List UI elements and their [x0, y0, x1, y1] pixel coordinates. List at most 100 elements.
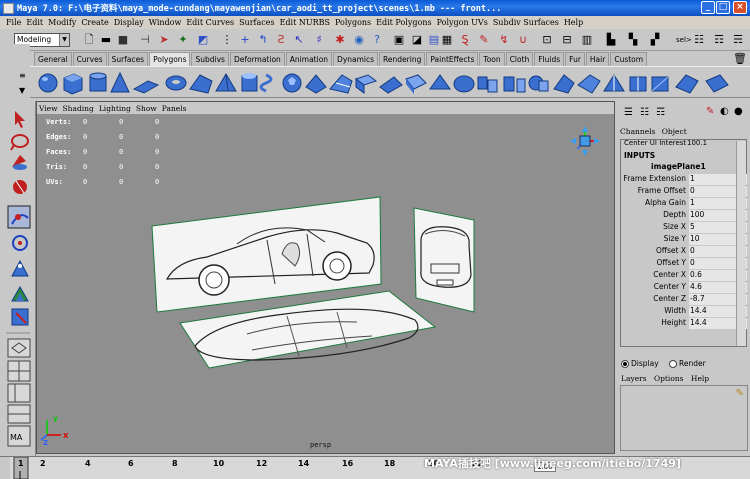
channel-row-center-y[interactable]: Center Y 4.6 [621, 282, 748, 293]
channel-row-offset-x[interactable]: Offset X0 [621, 246, 748, 257]
render-icon[interactable]: ▣ [392, 33, 406, 47]
shelf-icon[interactable]: ▙ [604, 33, 618, 47]
cb-menu-channels[interactable]: Channels [620, 127, 655, 136]
menu-polygon-uvs[interactable]: Polygon UVs [437, 18, 488, 27]
window-title-bar[interactable]: Maya 7.0: F:\电子资料\maya_mode-cundang\maya… [0, 0, 750, 16]
node-name-row[interactable]: imagePlane1 [621, 162, 748, 173]
cb-menu-object[interactable]: Object [662, 127, 687, 136]
channel-row-alpha-gain[interactable]: Alpha Gain 1 [621, 198, 748, 209]
ipr-render-icon[interactable]: ◪ [410, 33, 424, 47]
rear-image-plane[interactable] [413, 207, 475, 313]
tab-deformation[interactable]: Deformation [229, 52, 285, 66]
pencil-icon[interactable]: ✎ [477, 33, 491, 47]
channel-row-size-y[interactable]: Size Y 10 [621, 234, 748, 245]
channel-scrollbar[interactable] [736, 141, 746, 346]
select-component-icon[interactable]: ✦ [176, 33, 190, 47]
attribute-toggle-icon[interactable]: ☷ [640, 107, 649, 118]
channel-box-toggle-icon[interactable]: ☰ [624, 107, 633, 118]
menu-create[interactable]: Create [81, 18, 108, 27]
minimize-button[interactable]: _ [701, 1, 715, 14]
tab-fluids[interactable]: Fluids [534, 52, 565, 66]
save-scene-icon[interactable]: ■ [116, 33, 130, 47]
menu-edit-polygons[interactable]: Edit Polygons [376, 18, 431, 27]
menu-file[interactable]: File [6, 18, 21, 27]
tool-icon[interactable]: ✎ [706, 106, 714, 117]
open-scene-icon[interactable]: ▬ [99, 33, 113, 47]
select-hierarchy-icon[interactable]: ⊣ [138, 33, 152, 47]
channel-row-offset-y[interactable]: Offset Y0 [621, 258, 748, 269]
vp-menu-lighting[interactable]: Lighting [99, 104, 131, 113]
outliner-icon[interactable]: ▚ [626, 33, 640, 47]
select-by-type-icon[interactable]: ◩ [196, 33, 210, 47]
channel-row-frame-offset[interactable]: Frame Offset 0 [621, 186, 748, 197]
menu-display[interactable]: Display [114, 18, 144, 27]
menu-help[interactable]: Help [564, 18, 583, 27]
tab-painteffects[interactable]: PaintEffects [426, 52, 479, 66]
tab-animation[interactable]: Animation [285, 52, 333, 66]
menu-subdiv-surfaces[interactable]: Subdiv Surfaces [493, 18, 559, 27]
attribute-editor-icon[interactable]: ⊡ [540, 33, 554, 47]
shelf-menu-icon[interactable]: ≡ [19, 71, 26, 80]
side-image-plane[interactable] [151, 196, 382, 313]
tab-fur[interactable]: Fur [565, 52, 585, 66]
display-radio[interactable] [621, 360, 629, 368]
tab-subdivs[interactable]: Subdivs [191, 52, 229, 66]
vp-menu-show[interactable]: Show [136, 104, 157, 113]
tab-polygons[interactable]: Polygons [149, 52, 191, 66]
script-editor-icon[interactable]: ☶ [712, 33, 726, 47]
channel-row-height[interactable]: Height 14.4 [621, 318, 748, 329]
tab-surfaces[interactable]: Surfaces [107, 52, 149, 66]
select-object-icon[interactable]: ➤ [157, 33, 171, 47]
menu-modify[interactable]: Modify [48, 18, 76, 27]
chevron-down-icon[interactable]: ▼ [59, 34, 69, 46]
close-button[interactable]: × [733, 1, 747, 14]
channel-row-width[interactable]: Width 14.4 [621, 306, 748, 317]
channel-row-size-x[interactable]: Size X5 [621, 222, 748, 233]
paint-icon[interactable]: ↯ [497, 33, 511, 47]
menu-surfaces[interactable]: Surfaces [239, 18, 275, 27]
tab-toon[interactable]: Toon [479, 52, 505, 66]
vp-menu-panels[interactable]: Panels [162, 104, 187, 113]
tab-hair[interactable]: Hair [585, 52, 610, 66]
layer-menu-layers[interactable]: Layers [621, 374, 647, 383]
tab-rendering[interactable]: Rendering [379, 52, 426, 66]
tab-custom[interactable]: Custom [610, 52, 648, 66]
hypergraph-icon[interactable]: ▞ [648, 33, 662, 47]
history-icon[interactable]: ✱ [333, 33, 347, 47]
menu-edit-nurbs[interactable]: Edit NURBS [280, 18, 330, 27]
snap-point-icon[interactable]: + [238, 33, 252, 47]
layer-menu-help[interactable]: Help [691, 374, 709, 383]
new-layer-icon[interactable]: ✎ [736, 388, 744, 399]
channel-row-depth[interactable]: Depth 100 [621, 210, 748, 221]
vp-menu-shading[interactable]: Shading [63, 104, 94, 113]
curve-tool-icon[interactable]: Ȿ [458, 33, 472, 47]
menu-edit-curves[interactable]: Edit Curves [186, 18, 234, 27]
options-icon[interactable]: ☴ [731, 33, 745, 47]
snap-surface-icon[interactable]: ↖ [292, 33, 306, 47]
tab-curves[interactable]: Curves [72, 52, 107, 66]
snap-view-icon[interactable]: Ƨ [274, 33, 288, 47]
persp-viewport[interactable]: View Shading Lighting Show Panels Verts:… [36, 101, 615, 454]
render-radio[interactable] [669, 360, 678, 368]
vp-menu-view[interactable]: View [39, 104, 58, 113]
grid-icon[interactable]: ▦ [440, 33, 454, 47]
menu-polygons[interactable]: Polygons [335, 18, 371, 27]
channel-value[interactable]: 100.1 [687, 139, 707, 147]
input-output-icon[interactable]: ◉ [352, 33, 366, 47]
channel-row-frame-extension[interactable]: Frame Extension 1 [621, 174, 748, 185]
help-icon[interactable]: ? [370, 33, 384, 47]
snap-curve-icon[interactable]: ↰ [256, 33, 270, 47]
tab-cloth[interactable]: Cloth [505, 52, 534, 66]
channel-row-center-x[interactable]: Center X 0.6 [621, 270, 748, 281]
tab-general[interactable]: General [34, 52, 72, 66]
shelf-arrow-icon[interactable]: ▼ [19, 86, 25, 95]
tool-settings-icon[interactable]: ⊟ [560, 33, 574, 47]
channel-box-icon[interactable]: ▥ [580, 33, 594, 47]
maximize-button[interactable]: □ [716, 1, 730, 14]
make-live-icon[interactable]: ♯ [312, 33, 326, 47]
menu-window[interactable]: Window [149, 18, 182, 27]
layer-editor-area[interactable]: ✎ [620, 385, 748, 451]
trash-icon[interactable]: 🗑 [733, 52, 747, 65]
menu-edit[interactable]: Edit [26, 18, 43, 27]
magnet-icon[interactable]: ∪ [516, 33, 530, 47]
